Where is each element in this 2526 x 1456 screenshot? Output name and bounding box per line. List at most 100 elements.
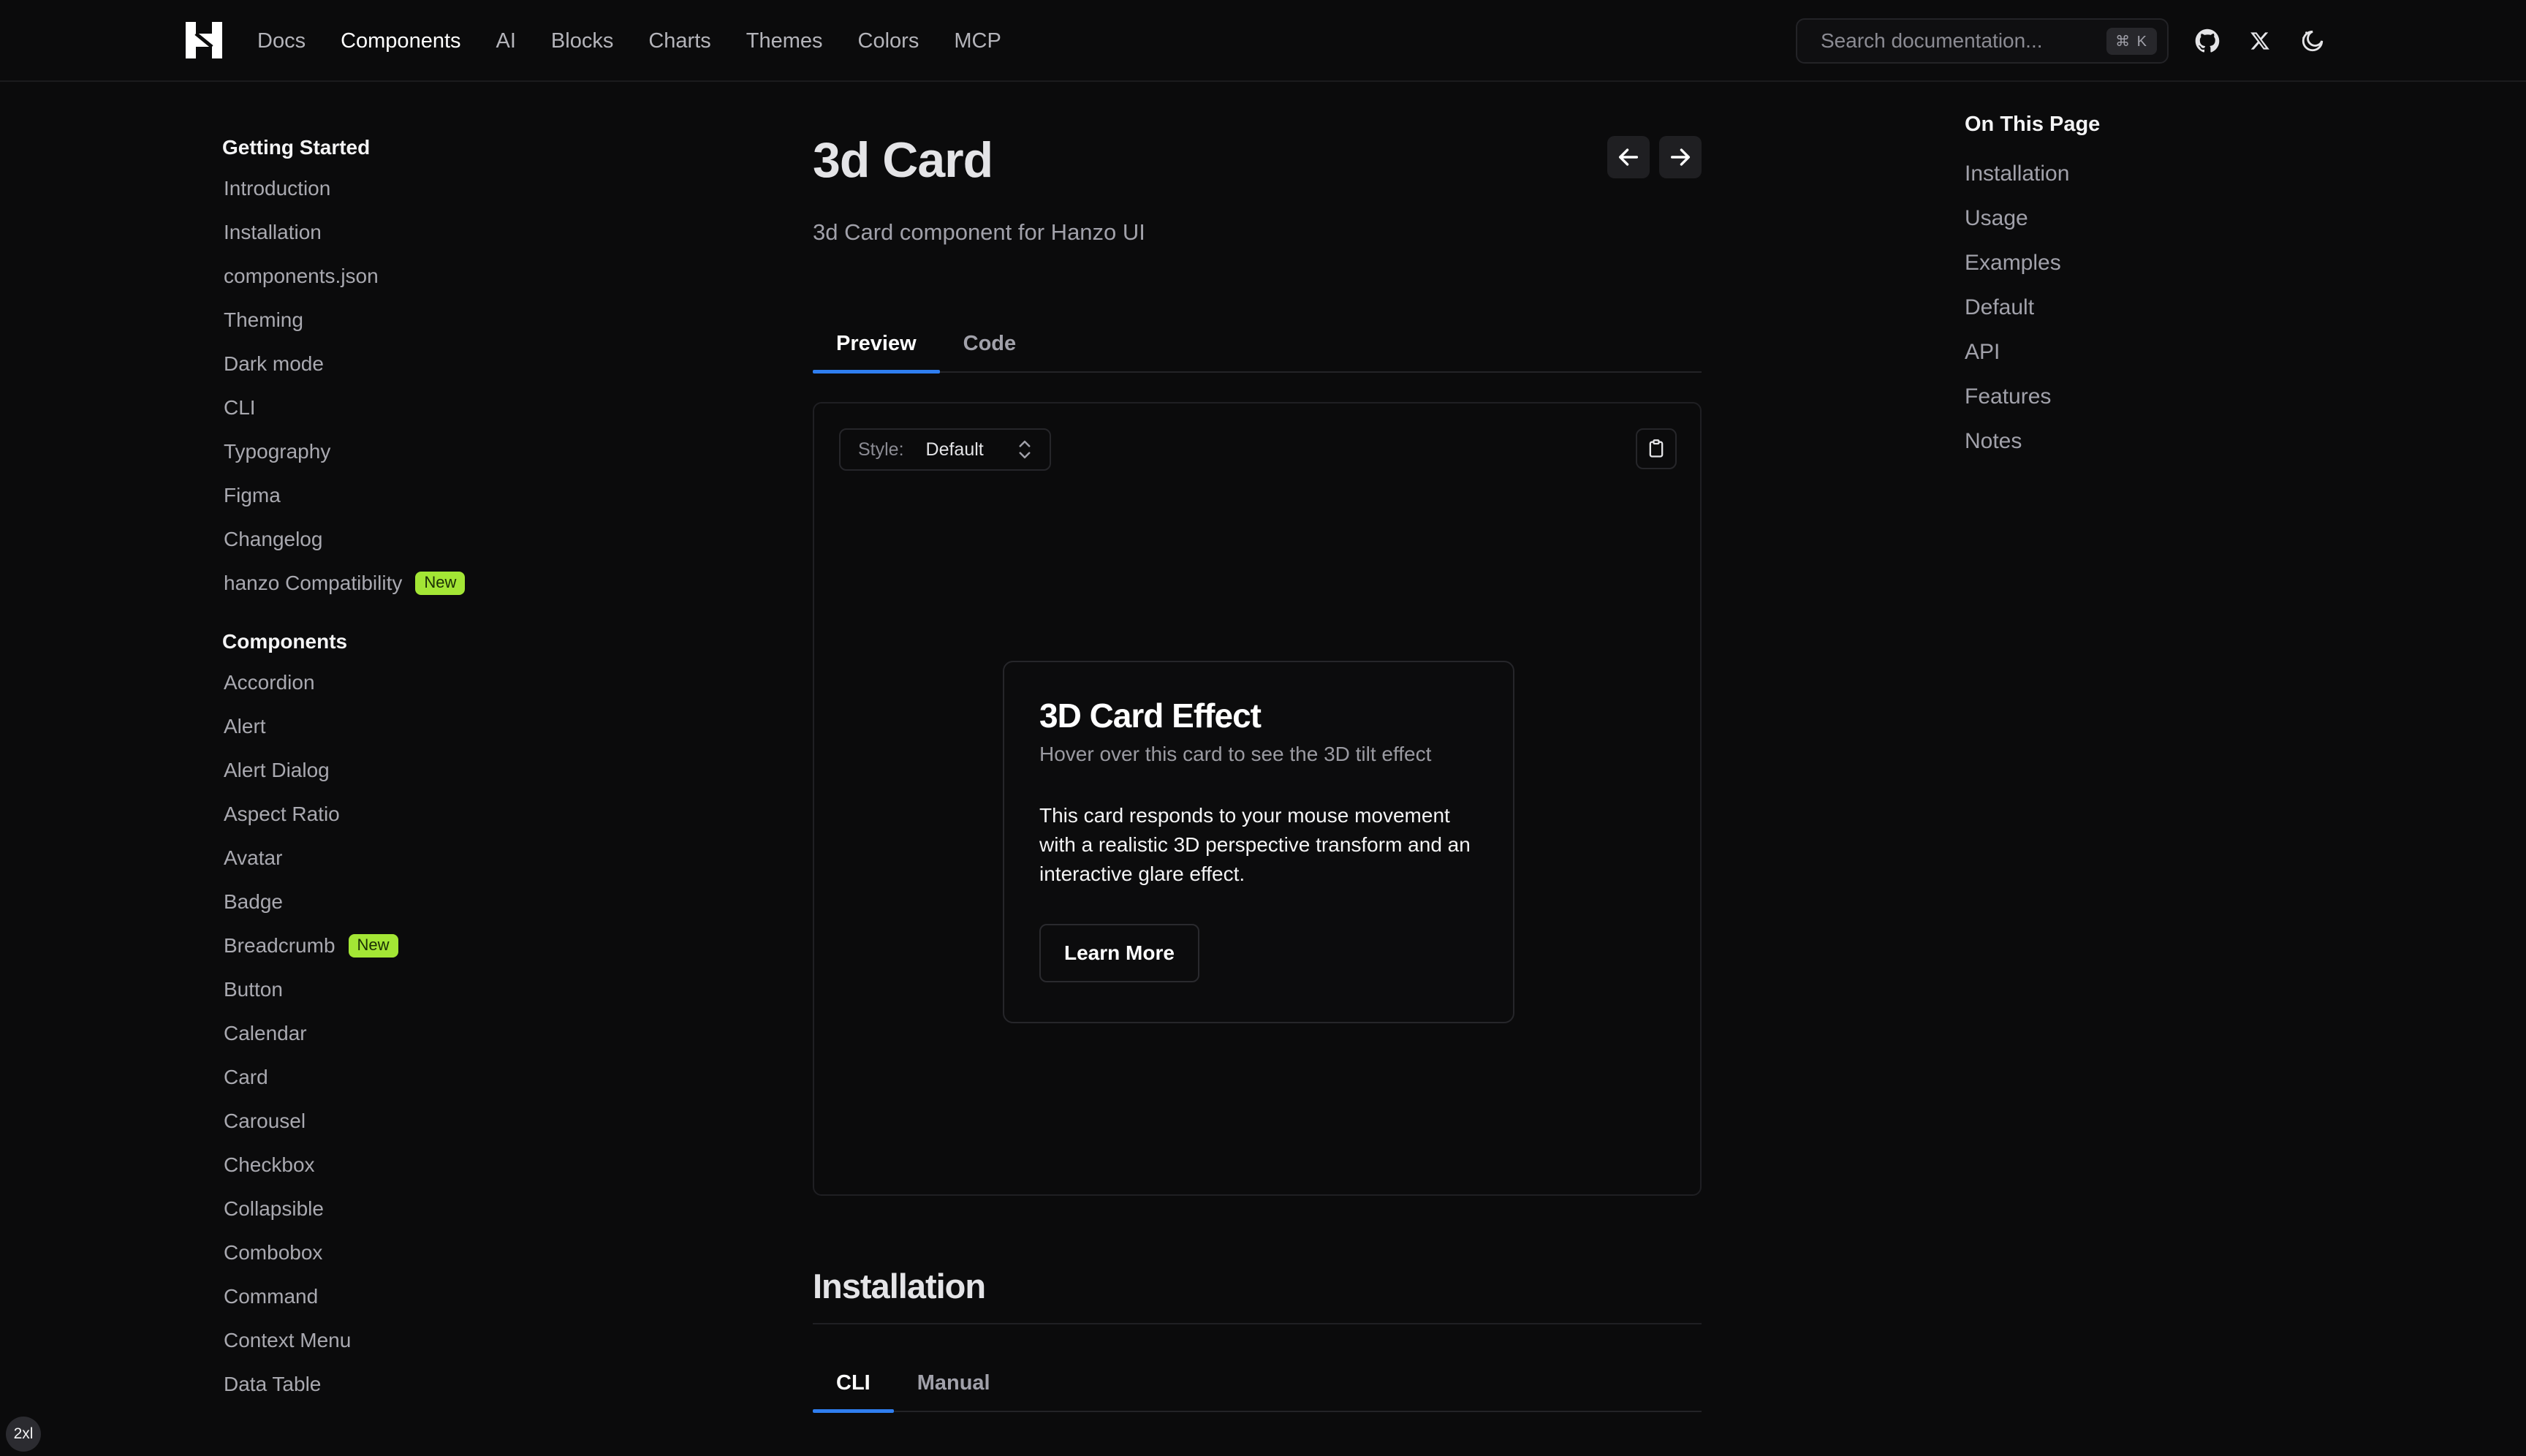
sidebar-item-collapsible[interactable]: Collapsible xyxy=(222,1187,632,1231)
page-subtitle: 3d Card component for Hanzo UI xyxy=(813,219,1145,245)
next-page-button[interactable] xyxy=(1659,136,1702,178)
sidebar-item-card[interactable]: Card xyxy=(222,1055,632,1099)
sidebar-item-cli[interactable]: CLI xyxy=(222,386,632,430)
sidebar-item-label: Breadcrumb xyxy=(224,934,335,957)
toc-item-api[interactable]: API xyxy=(1965,335,2100,379)
sidebar-item-label: Carousel xyxy=(224,1110,306,1132)
sidebar-item-figma[interactable]: Figma xyxy=(222,474,632,517)
arrow-left-icon xyxy=(1618,148,1639,166)
preview-code-tabs: Preview Code xyxy=(813,316,1702,374)
sidebar-item-aspect-ratio[interactable]: Aspect Ratio xyxy=(222,792,632,836)
nav-blocks[interactable]: Blocks xyxy=(551,26,613,56)
tab-preview[interactable]: Preview xyxy=(813,316,940,374)
sidebar-item-typography[interactable]: Typography xyxy=(222,430,632,474)
nav-components[interactable]: Components xyxy=(341,26,460,56)
new-badge: New xyxy=(348,934,398,958)
style-select-label: Style: xyxy=(858,439,904,460)
toc-item-default[interactable]: Default xyxy=(1965,290,2100,335)
style-select[interactable]: Style: Default xyxy=(839,428,1051,471)
sidebar-item-avatar[interactable]: Avatar xyxy=(222,836,632,880)
sidebar-item-command[interactable]: Command xyxy=(222,1275,632,1319)
sidebar-item-combobox[interactable]: Combobox xyxy=(222,1231,632,1275)
previous-page-button[interactable] xyxy=(1607,136,1650,178)
sidebar-item-context-menu[interactable]: Context Menu xyxy=(222,1319,632,1362)
sidebar-item-button[interactable]: Button xyxy=(222,968,632,1012)
sidebar-item-hanzo-compatibility[interactable]: hanzo Compatibility New xyxy=(222,561,632,605)
sidebar-item-breadcrumb[interactable]: Breadcrumb New xyxy=(222,924,632,968)
style-select-value: Default xyxy=(925,439,984,460)
toc-item-examples[interactable]: Examples xyxy=(1965,246,2100,290)
sidebar-item-changelog[interactable]: Changelog xyxy=(222,517,632,561)
chevron-up-down-icon xyxy=(1019,440,1031,459)
nav-docs[interactable]: Docs xyxy=(257,26,306,56)
3d-card[interactable]: 3D Card Effect Hover over this card to s… xyxy=(1003,661,1514,1023)
sidebar-item-dark-mode[interactable]: Dark mode xyxy=(222,342,632,386)
sidebar-item-theming[interactable]: Theming xyxy=(222,298,632,342)
tab-code[interactable]: Code xyxy=(940,316,1040,371)
sidebar-item-label: Combobox xyxy=(224,1241,323,1264)
sidebar-item-label: Card xyxy=(224,1066,268,1088)
arrow-right-icon xyxy=(1670,148,1691,166)
toc-item-notes[interactable]: Notes xyxy=(1965,424,2100,469)
installation-heading: Installation xyxy=(813,1267,986,1305)
sidebar-item-label: Avatar xyxy=(224,846,283,869)
sidebar-item-accordion[interactable]: Accordion xyxy=(222,661,632,705)
search-input[interactable]: Search documentation... ⌘ K xyxy=(1796,18,2169,64)
nav-ai[interactable]: AI xyxy=(496,26,516,56)
sidebar-group-components: Components Accordion Alert Alert Dialog Asp… xyxy=(222,627,632,1406)
tab-manual[interactable]: Manual xyxy=(894,1355,1014,1411)
sidebar-item-components-json[interactable]: components.json xyxy=(222,254,632,298)
nav-charts[interactable]: Charts xyxy=(648,26,710,56)
sidebar-heading: Getting Started xyxy=(222,136,371,159)
search-shortcut-badge: ⌘ K xyxy=(2106,27,2157,55)
toc-item-features[interactable]: Features xyxy=(1965,379,2100,424)
sidebar-item-label: Changelog xyxy=(224,528,323,550)
sidebar-item-label: Alert Dialog xyxy=(224,759,330,781)
sidebar-item-alert-dialog[interactable]: Alert Dialog xyxy=(222,748,632,792)
copy-button[interactable] xyxy=(1636,428,1677,469)
sidebar: Getting Started Introduction Installation… xyxy=(222,133,632,1412)
learn-more-button[interactable]: Learn More xyxy=(1039,924,1199,982)
sidebar-item-label: Introduction xyxy=(224,177,331,200)
hanzo-logo[interactable] xyxy=(186,22,222,58)
nav-mcp[interactable]: MCP xyxy=(954,26,1001,56)
sidebar-item-label: Typography xyxy=(224,440,331,463)
sidebar-item-label: hanzo Compatibility xyxy=(224,572,403,594)
sidebar-item-label: Checkbox xyxy=(224,1153,315,1176)
sidebar-item-checkbox[interactable]: Checkbox xyxy=(222,1143,632,1187)
theme-toggle-moon-icon[interactable] xyxy=(2298,26,2327,56)
sidebar-item-label: Figma xyxy=(224,484,281,507)
sidebar-item-label: CLI xyxy=(224,396,256,419)
nav-themes[interactable]: Themes xyxy=(746,26,823,56)
github-icon[interactable] xyxy=(2193,26,2222,56)
on-this-page: On This Page Installation Usage Examples De… xyxy=(1965,110,2100,469)
sidebar-item-carousel[interactable]: Carousel xyxy=(222,1099,632,1143)
sidebar-item-label: Data Table xyxy=(224,1373,322,1395)
sidebar-item-data-table[interactable]: Data Table xyxy=(222,1362,632,1406)
tab-cli[interactable]: CLI xyxy=(813,1355,894,1413)
sidebar-item-label: Dark mode xyxy=(224,352,324,375)
new-badge: New xyxy=(415,572,466,595)
sidebar-item-label: Calendar xyxy=(224,1022,307,1044)
card-body-text: This card responds to your mouse movemen… xyxy=(1039,804,1471,885)
sidebar-item-installation[interactable]: Installation xyxy=(222,211,632,254)
sidebar-item-calendar[interactable]: Calendar xyxy=(222,1012,632,1055)
card-title: 3D Card Effect xyxy=(1039,697,1262,735)
sidebar-group-getting-started: Getting Started Introduction Installation… xyxy=(222,133,632,605)
toc-item-installation[interactable]: Installation xyxy=(1965,156,2100,201)
sidebar-item-introduction[interactable]: Introduction xyxy=(222,167,632,211)
sidebar-item-label: Aspect Ratio xyxy=(224,803,340,825)
toc-heading: On This Page xyxy=(1965,113,2101,136)
sidebar-item-label: Installation xyxy=(224,221,322,243)
search-placeholder: Search documentation... xyxy=(1821,29,2043,52)
sidebar-item-badge[interactable]: Badge xyxy=(222,880,632,924)
sidebar-item-alert[interactable]: Alert xyxy=(222,705,632,748)
x-twitter-icon[interactable] xyxy=(2245,26,2275,56)
sidebar-item-label: Command xyxy=(224,1285,319,1308)
toc-item-usage[interactable]: Usage xyxy=(1965,201,2100,246)
sidebar-item-label: Theming xyxy=(224,308,303,331)
sidebar-item-label: Collapsible xyxy=(224,1197,324,1220)
nav-colors[interactable]: Colors xyxy=(858,26,919,56)
clipboard-icon xyxy=(1649,439,1664,458)
installation-tabs: CLI Manual xyxy=(813,1355,1702,1413)
